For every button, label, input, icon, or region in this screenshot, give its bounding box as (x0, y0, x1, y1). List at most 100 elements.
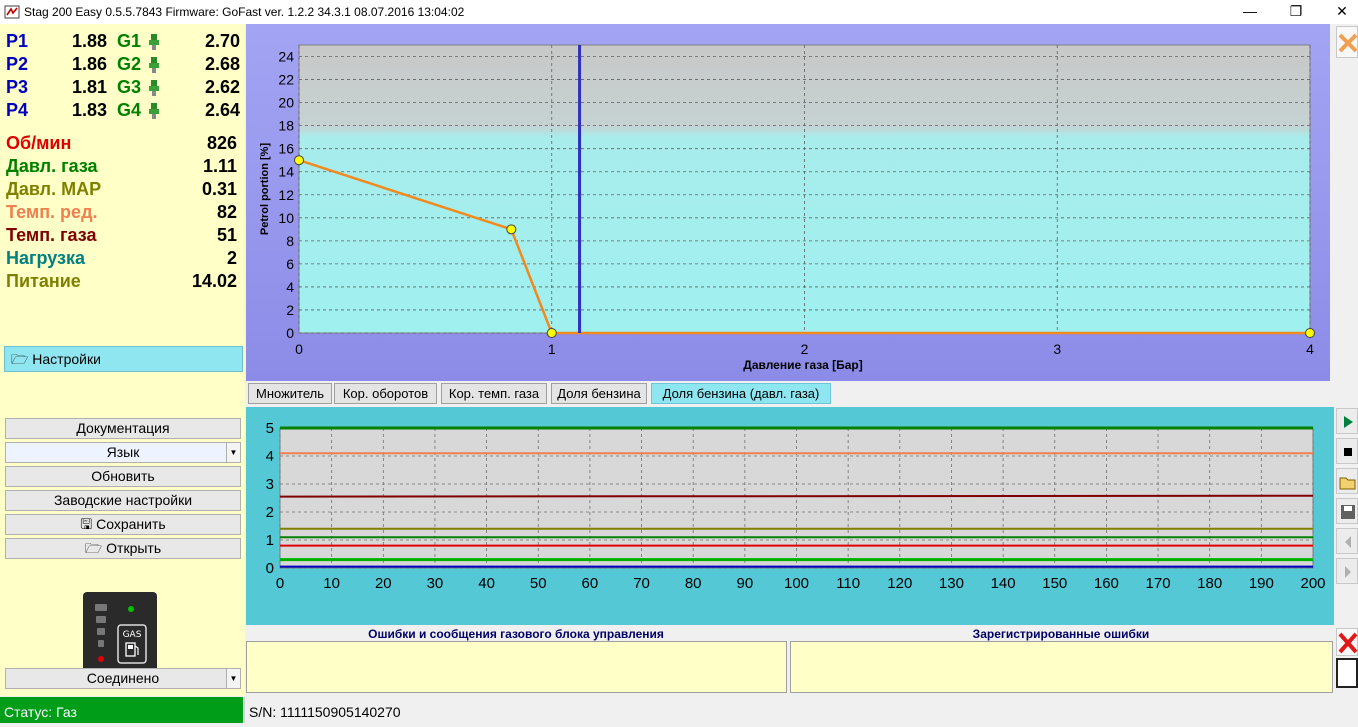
petrol-injector-label: P3 (6, 77, 29, 97)
x-tick-label: 120 (887, 575, 912, 592)
gas-injector-label: G1 (117, 31, 142, 51)
y-tick-label: 5 (266, 420, 274, 437)
factory-settings-button[interactable]: Заводские настройки (5, 490, 241, 511)
language-label: Язык (106, 444, 140, 460)
registered-errors-list[interactable] (790, 641, 1333, 693)
injector-icon (149, 80, 159, 96)
injector-icon (149, 103, 159, 119)
curve-point-handle[interactable] (1305, 328, 1315, 338)
x-tick-label: 130 (939, 575, 964, 592)
y-tick-label: 8 (286, 233, 294, 249)
clear-errors-icon[interactable] (1336, 628, 1358, 656)
minimize-button[interactable]: — (1227, 0, 1273, 24)
gas-switch-indicator[interactable]: GAS (83, 592, 157, 680)
ecu-errors-list[interactable] (246, 641, 787, 693)
x-tick-label: 160 (1094, 575, 1119, 592)
restore-button[interactable]: ❐ (1273, 0, 1319, 24)
stop-icon[interactable] (1336, 438, 1358, 464)
petrol-injector-label: P2 (6, 54, 29, 74)
curve-point-handle[interactable] (506, 224, 517, 235)
x-tick-label: 4 (1306, 341, 1314, 357)
parameter-label: Давл. MAP (6, 179, 102, 199)
gas-injector-label: G3 (117, 77, 142, 97)
save-icon[interactable] (1336, 498, 1358, 524)
settings-button[interactable]: 🗁 Настройки (4, 346, 243, 372)
y-tick-label: 12 (278, 187, 294, 203)
x-tick-label: 30 (427, 575, 444, 592)
y-tick-label: 20 (278, 95, 294, 111)
tab-2[interactable]: Кор. темп. газа (441, 383, 547, 404)
chevron-down-icon[interactable]: ▼ (226, 669, 240, 688)
x-tick-label: 50 (530, 575, 547, 592)
x-tick-label: 190 (1249, 575, 1274, 592)
save-button[interactable]: 🖫 Сохранить (5, 514, 241, 535)
petrol-portion-chart[interactable]: 0 2 4 6 8 10 12 14 16 18 20 22 24 0 1 2 3 4 Давление газа… (246, 24, 1330, 381)
injector-icon (149, 57, 159, 73)
folder-open-icon[interactable] (1336, 468, 1358, 494)
y-tick-label: 10 (278, 210, 294, 226)
folder-icon: 🗁 (11, 351, 29, 367)
petrol-injector-value: 1.86 (71, 54, 107, 74)
injector-icon (149, 34, 159, 50)
language-dropdown[interactable]: Язык ▼ (5, 442, 241, 463)
scroll-right-icon[interactable] (1336, 558, 1358, 584)
y-tick-label: 4 (286, 279, 294, 295)
ecu-errors-title: Ошибки и сообщения газового блока управл… (368, 627, 664, 641)
y-tick-label: 16 (278, 141, 294, 157)
y-tick-label: 22 (278, 72, 294, 88)
petrol-injector-value: 1.81 (71, 77, 107, 97)
petrol-injector-value: 1.83 (71, 100, 107, 120)
y-tick-label: 4 (266, 448, 274, 465)
connection-dropdown[interactable]: Соединено ▼ (5, 668, 241, 689)
parameter-value: 0.31 (201, 179, 237, 199)
x-tick-label: 20 (375, 575, 392, 592)
save-label: Сохранить (96, 516, 166, 532)
right-toolbar (1335, 24, 1358, 696)
tab-bar: Множитель Кор. оборотов Кор. темп. газа Дол… (246, 381, 1330, 405)
x-tick-label: 80 (685, 575, 702, 592)
y-tick-label: 2 (286, 302, 294, 318)
x-tick-label: 70 (633, 575, 650, 592)
parameter-row: Давл. MAP 0.31 (0, 178, 245, 201)
x-tick-label: 100 (784, 575, 809, 592)
status-mode: Статус: Газ (0, 697, 243, 723)
petrol-injector-label: P4 (6, 100, 29, 120)
parameter-row: Темп. газа 51 (0, 224, 245, 247)
gas-injector-value: 2.68 (204, 54, 240, 74)
parameter-value: 14.02 (191, 271, 237, 291)
y-tick-label: 3 (266, 476, 274, 493)
parameter-label: Давл. газа (6, 156, 98, 176)
tab-3[interactable]: Доля бензина (551, 383, 647, 404)
parameter-value: 1.11 (202, 156, 237, 176)
parameter-row: Нагрузка 2 (0, 247, 245, 270)
title-bar: Stag 200 Easy 0.5.5.7843 Firmware: GoFas… (0, 0, 1358, 24)
window-title: Stag 200 Easy 0.5.5.7843 Firmware: GoFas… (24, 5, 465, 19)
x-tick-label: 1 (548, 341, 556, 357)
tab-1[interactable]: Кор. оборотов (334, 383, 437, 404)
open-label: Открыть (106, 540, 162, 556)
parameter-label: Нагрузка (6, 248, 86, 268)
live-signals-chart: 0 1 2 3 4 5 0 10 20 30 40 50 60 70 80 90 100 110 120 130 140… (246, 407, 1334, 625)
y-tick-label: 6 (286, 256, 294, 272)
tab-4[interactable]: Доля бензина (давл. газа) (651, 383, 831, 404)
y-tick-label: 0 (286, 325, 294, 341)
status-serial: S/N: 1111150905140270 (244, 697, 520, 723)
left-panel: P1 1.88 G1 2.70 P2 1.86 G2 2.68 P3 1.81 G3 2.62 P4 1.… (0, 24, 245, 696)
chevron-down-icon[interactable]: ▼ (226, 443, 240, 462)
error-indicator[interactable] (1336, 658, 1358, 688)
scroll-left-icon[interactable] (1336, 528, 1358, 554)
curve-point-handle[interactable] (294, 155, 304, 166)
play-icon[interactable] (1336, 408, 1358, 434)
open-button[interactable]: 🗁 Открыть (5, 538, 241, 559)
petrol-injector-value: 1.88 (71, 31, 107, 51)
x-tick-label: 60 (582, 575, 599, 592)
curve-point-handle[interactable] (546, 328, 557, 338)
refresh-button[interactable]: Обновить (5, 466, 241, 487)
tab-0[interactable]: Множитель (248, 383, 332, 404)
x-tick-label: 3 (1053, 341, 1061, 357)
close-button[interactable]: ✕ (1319, 0, 1358, 24)
parameter-row: Об/мин 826 (0, 132, 245, 155)
x-tick-label: 90 (737, 575, 754, 592)
close-chart-icon[interactable] (1336, 26, 1358, 58)
documentation-button[interactable]: Документация (5, 418, 241, 439)
